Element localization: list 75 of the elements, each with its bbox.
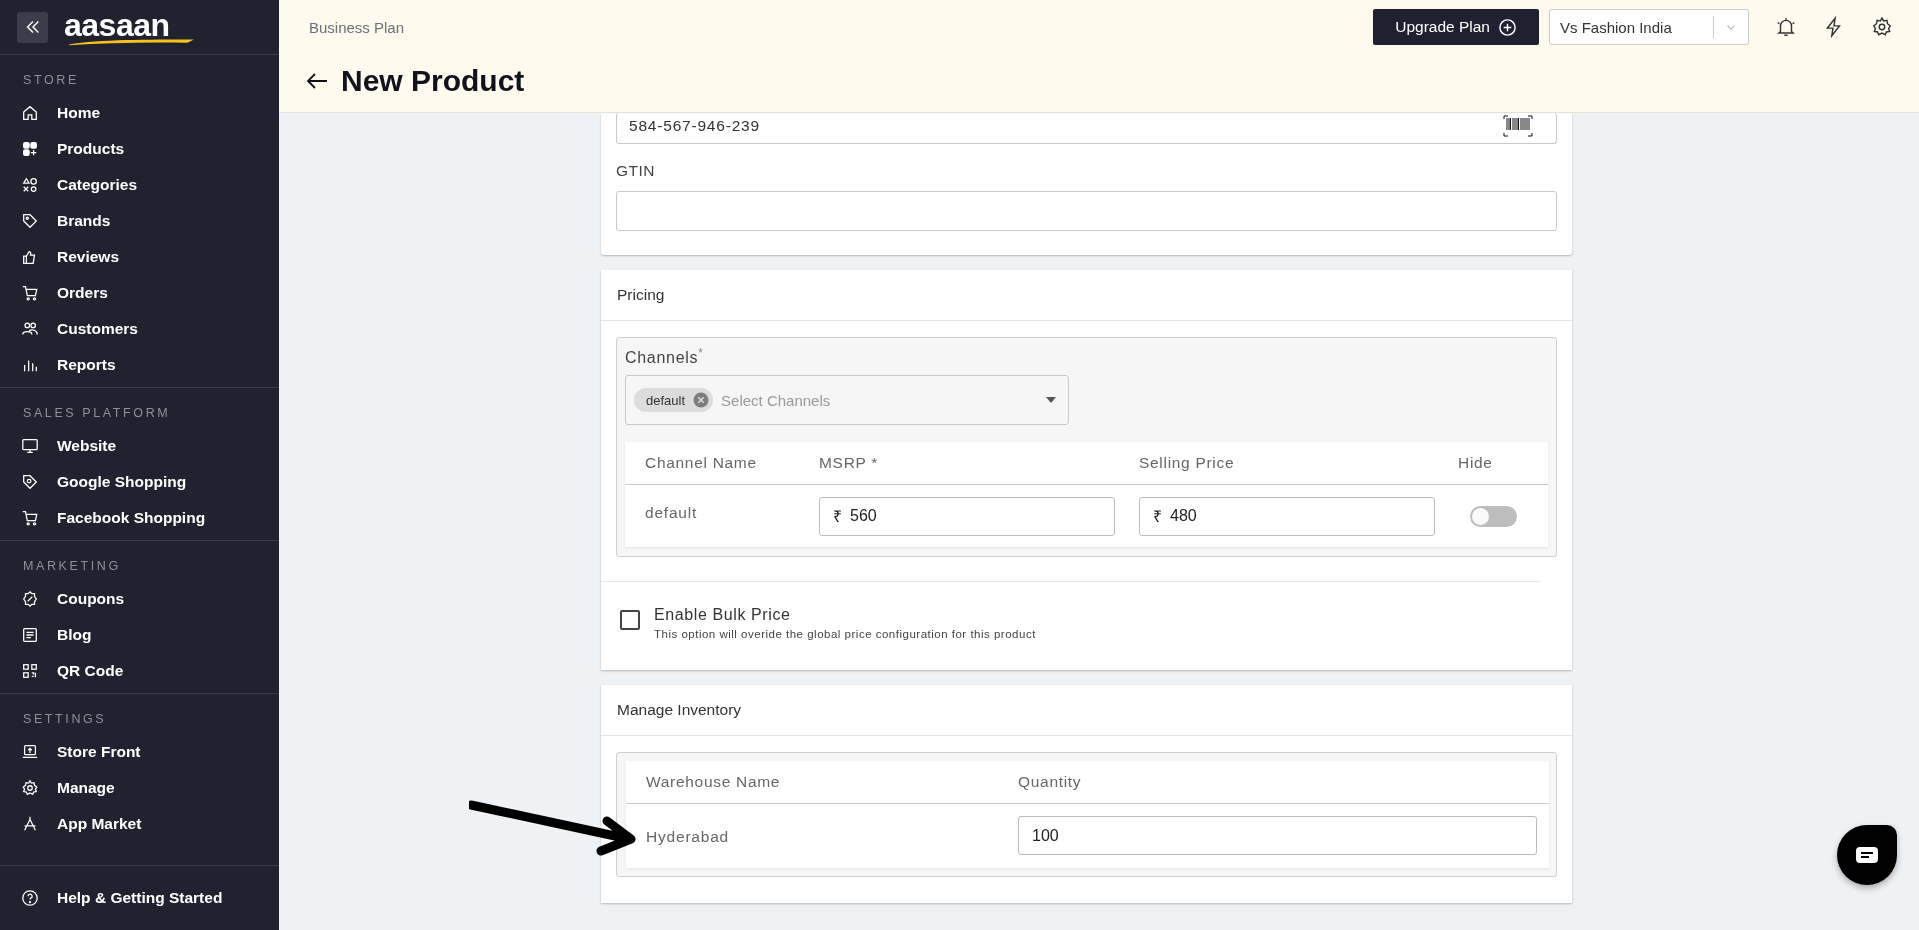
hint-text: This option will overide the global price configuration for this product [654, 628, 1036, 641]
input-field[interactable] [616, 191, 1557, 231]
tag-icon [21, 212, 39, 230]
sidebar-item[interactable]: Brands [0, 203, 279, 239]
sidebar-item[interactable]: Orders [0, 275, 279, 311]
column-header: Channel Name [645, 454, 758, 473]
chat-button[interactable] [1837, 825, 1897, 885]
monitor-icon [21, 437, 39, 455]
qr-code-icon [21, 662, 39, 680]
price-input[interactable]: ₹ 480 [1139, 496, 1435, 536]
sidebar-item[interactable]: Google Shopping [0, 464, 279, 500]
section-heading: MARKETING [22, 559, 122, 573]
close-icon[interactable] [693, 392, 710, 409]
back-arrow-icon[interactable] [305, 71, 329, 91]
chat-bubble-icon [1855, 846, 1879, 864]
column-header: Warehouse Name [646, 773, 782, 792]
question-icon [21, 889, 39, 907]
logo[interactable]: aasaan [64, 8, 199, 46]
cart-icon [21, 509, 39, 527]
channels-select[interactable]: default Select Channels [625, 375, 1069, 426]
grid-plus-icon [21, 140, 39, 158]
field-label: GTIN [616, 162, 657, 180]
sidebar-item[interactable]: Coupons [0, 581, 279, 617]
sidebar-item[interactable]: Customers [0, 311, 279, 347]
table-cell-text: default [645, 504, 699, 523]
quantity-input[interactable]: 100 [1018, 816, 1537, 856]
caret-down-icon [1046, 397, 1056, 404]
tag-icon [21, 473, 39, 491]
page-title: New Product [341, 64, 525, 98]
percent-badge-icon [21, 590, 39, 608]
input-field[interactable]: 584-567-946-239 [616, 113, 1557, 144]
sidebar-item[interactable]: Reports [0, 347, 279, 383]
channel-chip[interactable]: default [634, 388, 714, 413]
sidebar-item[interactable]: Facebook Shopping [0, 500, 279, 536]
upgrade-plan-button[interactable]: Upgrade Plan [1373, 9, 1539, 45]
plan-label: Business Plan [309, 18, 405, 36]
column-header: Hide [1458, 454, 1494, 473]
bell-icon[interactable] [1775, 16, 1797, 38]
table-cell-text: Hyderabad [646, 827, 731, 848]
section-heading: SALES PLATFORM [22, 406, 172, 420]
sidebar-item[interactable]: Home [0, 95, 279, 131]
sidebar-item[interactable]: Website [0, 428, 279, 464]
sidebar-item[interactable]: QR Code [0, 653, 279, 689]
section-heading: STORE [22, 73, 80, 87]
plus-circle-icon [1498, 17, 1517, 37]
channels-input[interactable]: Select Channels [719, 390, 1040, 410]
card-title: Pricing [601, 270, 1572, 321]
toggle-switch[interactable] [1470, 505, 1517, 527]
collapse-button[interactable] [17, 11, 48, 43]
cart-icon [21, 284, 39, 302]
house-icon [21, 104, 39, 122]
sidebar-item[interactable]: Products [0, 131, 279, 167]
sidebar-item[interactable]: Manage [0, 770, 279, 806]
column-header: Selling Price [1139, 454, 1236, 473]
sidebar-item[interactable]: Reviews [0, 239, 279, 275]
compass-tool-icon [21, 815, 39, 833]
sidebar-item[interactable]: Store Front [0, 734, 279, 770]
checkbox-label: Enable Bulk Price [654, 606, 792, 625]
field-label: Channels$^{*}$ [625, 346, 705, 368]
card-title: Manage Inventory [601, 685, 1572, 737]
laptop-icon [21, 743, 39, 761]
gear-icon [21, 779, 39, 797]
price-input[interactable]: ₹ 560 [819, 496, 1115, 536]
barcode-icon[interactable] [1502, 115, 1534, 137]
sidebar-item[interactable]: App Market [0, 806, 279, 842]
document-icon [21, 626, 39, 644]
column-header: Quantity [1018, 773, 1083, 792]
section-heading: SETTINGS [22, 712, 108, 726]
checkbox[interactable] [620, 610, 640, 631]
store-select[interactable]: Vs Fashion India [1549, 9, 1749, 45]
settings-icon[interactable] [1871, 16, 1893, 38]
shapes-icon [21, 176, 39, 194]
sidebar-item[interactable]: Blog [0, 617, 279, 653]
sidebar-item[interactable]: Categories [0, 167, 279, 203]
column-header: MSRP * [819, 454, 880, 473]
